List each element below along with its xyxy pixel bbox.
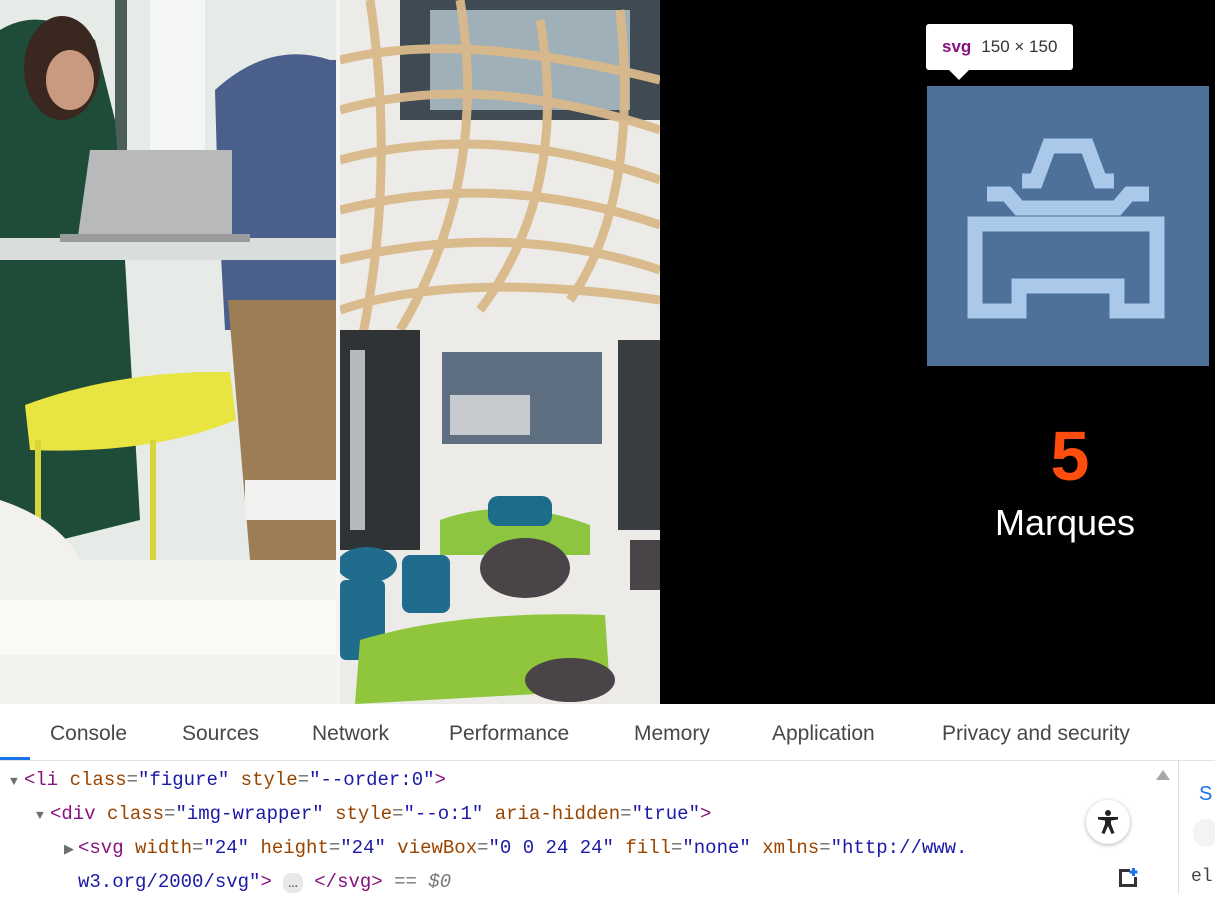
accessibility-icon	[1098, 810, 1118, 834]
tag-name: <li	[24, 769, 59, 791]
attr-name: xmlns	[762, 837, 820, 859]
expand-button[interactable]	[1116, 866, 1140, 890]
elements-scrollbar[interactable]	[1150, 761, 1172, 894]
tab-console[interactable]: Console	[50, 722, 127, 746]
expand-icon	[1119, 868, 1138, 887]
attr-name: height	[260, 837, 329, 859]
side-pane-filter[interactable]	[1193, 819, 1215, 847]
expanded-triangle-icon[interactable]: ▼	[36, 801, 50, 831]
collapsed-triangle-icon[interactable]: ▶	[64, 835, 78, 865]
dom-node-li[interactable]: ▼ <li class="figure" style="--order:0">	[10, 765, 446, 795]
website-preview: svg 150 × 150 5 Marques	[0, 0, 1215, 704]
car-icon-highlight	[927, 86, 1209, 366]
collapsed-children-ellipsis[interactable]: …	[283, 873, 303, 893]
attr-value: "none"	[682, 837, 751, 859]
styles-side-pane: S el	[1178, 761, 1215, 894]
attr-name: viewBox	[397, 837, 478, 859]
tab-memory[interactable]: Memory	[634, 722, 710, 746]
car-icon	[967, 138, 1165, 319]
side-pane-tab[interactable]: S	[1199, 783, 1212, 806]
scroll-up-arrow-icon[interactable]	[1156, 770, 1170, 780]
tooltip-dimensions: 150 × 150	[981, 37, 1058, 56]
tab-performance[interactable]: Performance	[449, 722, 569, 746]
tab-network[interactable]: Network	[312, 722, 389, 746]
attr-name: fill	[625, 837, 671, 859]
attr-value: "24"	[340, 837, 386, 859]
attr-value: "img-wrapper"	[175, 803, 324, 825]
tag-close: >	[699, 803, 712, 825]
attr-value: w3.org/2000/svg"	[78, 871, 261, 893]
attr-value: "24"	[203, 837, 250, 859]
dom-node-svg[interactable]: ▶ <svg width="24" height="24" viewBox="0 …	[64, 833, 967, 863]
tag-name: <div	[50, 803, 96, 825]
tab-sources[interactable]: Sources	[182, 722, 259, 746]
attr-name: class	[107, 803, 165, 825]
accessibility-button[interactable]	[1086, 800, 1130, 844]
elements-tree: ▼ <li class="figure" style="--order:0"> ▼…	[0, 761, 1175, 894]
attr-name: width	[135, 837, 193, 859]
office-photo	[0, 0, 336, 704]
stat-label: Marques	[994, 502, 1136, 543]
tag-name: <svg	[78, 837, 124, 859]
attr-name: aria-hidden	[494, 803, 621, 825]
devtools-panel: Console Sources Network Performance Memo…	[0, 704, 1215, 894]
element-inspector-tooltip: svg 150 × 150	[926, 24, 1074, 80]
attr-value: "http://www.	[830, 837, 968, 859]
attr-value: "0 0 24 24"	[488, 837, 614, 859]
lobby-photo	[340, 0, 660, 704]
tag-close: >	[260, 871, 272, 893]
closing-tag: </svg>	[314, 871, 383, 893]
tab-privacy-and-security[interactable]: Privacy and security	[942, 722, 1130, 746]
stat-number: 5	[1050, 417, 1090, 495]
side-pane-text: el	[1191, 867, 1213, 887]
selected-node-marker: == $0	[394, 871, 452, 893]
tooltip-tag-name: svg	[942, 37, 972, 56]
active-tab-indicator	[0, 757, 30, 760]
attr-value: "--order:0"	[309, 769, 435, 791]
dom-node-div[interactable]: ▼ <div class="img-wrapper" style="--o:1" …	[36, 799, 711, 829]
devtools-tabbar: Console Sources Network Performance Memo…	[0, 704, 1215, 761]
attr-value: "figure"	[138, 769, 230, 791]
attr-name: style	[335, 803, 393, 825]
tab-application[interactable]: Application	[772, 722, 875, 746]
dom-node-svg-continuation[interactable]: w3.org/2000/svg"> … </svg> == $0	[78, 867, 451, 897]
attr-name: class	[69, 769, 127, 791]
expanded-triangle-icon[interactable]: ▼	[10, 767, 24, 797]
attr-value: "--o:1"	[403, 803, 484, 825]
tag-close: >	[434, 769, 446, 791]
attr-value: "true"	[631, 803, 700, 825]
attr-name: style	[240, 769, 298, 791]
